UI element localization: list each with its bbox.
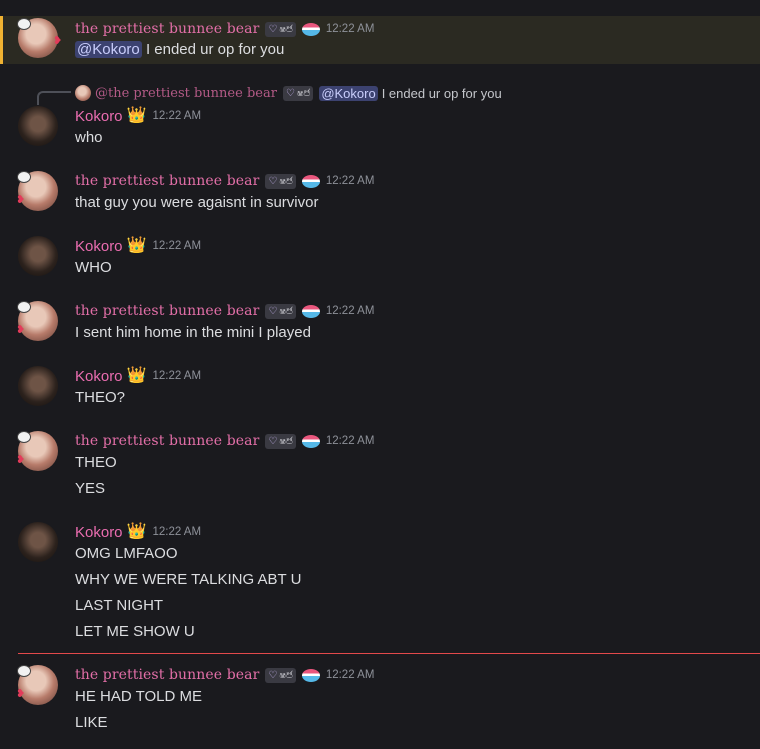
reply-text: I ended ur op for you (381, 85, 502, 101)
heart-icon: ♡ (268, 305, 278, 317)
message-text: OMG LMFAOO (75, 545, 178, 562)
timestamp[interactable]: 12:22 AM (326, 435, 375, 447)
heart-icon: ♡ (268, 175, 278, 187)
timestamp[interactable]: 12:22 AM (326, 669, 375, 681)
message-text: I sent him home in the mini I played (75, 324, 311, 341)
message-header: Kokoro 👑 12:22 AM (75, 236, 201, 256)
username[interactable]: the prettiest bunnee bear (75, 173, 259, 189)
user-tag: ♡ ෂ෪ (282, 85, 314, 101)
reply-avatar (75, 85, 91, 101)
bow-icon (17, 301, 31, 313)
message-mention-highlight[interactable]: ❥ the prettiest bunnee bear ♡ ෂ෪ 12:22 AM… (0, 16, 760, 64)
heart-icon: ♡ (268, 23, 278, 35)
user-tag[interactable]: ♡ ෂ෪ (265, 173, 296, 189)
message-text: LAST NIGHT (75, 597, 164, 614)
heart-icon: ❥ (16, 454, 26, 466)
heart-icon: ❥ (16, 688, 26, 700)
message-text: WHO (75, 259, 112, 276)
crown-icon: 👑 (126, 523, 147, 540)
reply-preview[interactable]: @the prettiest bunnee bear ♡ ෂ෪ @Kokoro I… (75, 84, 502, 102)
timestamp[interactable]: 12:22 AM (152, 110, 201, 122)
timestamp[interactable]: 12:22 AM (326, 175, 375, 187)
tag-text: ෂ෪ (279, 23, 293, 35)
chat-log: ❥ the prettiest bunnee bear ♡ ෂ෪ 12:22 AM… (0, 0, 760, 749)
timestamp[interactable]: 12:22 AM (152, 240, 201, 252)
lips-emoji-icon (301, 434, 320, 448)
username[interactable]: the prettiest bunnee bear (75, 433, 259, 449)
message-header: the prettiest bunnee bear ♡ ෂ෪ 12:22 AM (75, 431, 374, 451)
username[interactable]: Kokoro (75, 238, 123, 255)
avatar[interactable] (18, 236, 58, 276)
username[interactable]: the prettiest bunnee bear (75, 21, 259, 37)
reply-username[interactable]: @the prettiest bunnee bear (95, 86, 277, 101)
lips-emoji-icon (301, 668, 320, 682)
crown-icon: 👑 (126, 367, 147, 384)
user-tag[interactable]: ♡ ෂ෪ (265, 21, 296, 37)
heart-icon: ♡ (268, 669, 278, 681)
avatar[interactable] (18, 366, 58, 406)
message-body: I ended ur op for you (145, 41, 285, 58)
message-header: Kokoro 👑 12:22 AM (75, 366, 201, 386)
message-text: @Kokoro I ended ur op for you (75, 41, 284, 58)
lips-emoji-icon (301, 22, 320, 36)
lips-emoji-icon (301, 304, 320, 318)
message-header: the prettiest bunnee bear ♡ ෂ෪ 12:22 AM (75, 301, 374, 321)
message-header: Kokoro 👑 12:22 AM (75, 522, 201, 542)
user-mention[interactable]: @Kokoro (319, 85, 378, 101)
bow-icon (17, 171, 31, 183)
message-text: HE HAD TOLD ME (75, 688, 202, 705)
timestamp[interactable]: 12:22 AM (152, 526, 201, 538)
message-text: THEO (75, 454, 117, 471)
bow-icon (17, 665, 31, 677)
heart-icon: ❥ (53, 35, 63, 47)
message-text: LET ME SHOW U (75, 623, 195, 640)
new-messages-divider (18, 653, 760, 654)
crown-icon: 👑 (126, 237, 147, 254)
username[interactable]: Kokoro (75, 108, 123, 125)
timestamp[interactable]: 12:22 AM (326, 305, 375, 317)
message-header: the prettiest bunnee bear ♡ ෂ෪ 12:22 AM (75, 19, 374, 39)
crown-icon: 👑 (126, 107, 147, 124)
tag-text: ෂ෪ (279, 175, 293, 187)
message-text: that guy you were agaisnt in survivor (75, 194, 319, 211)
username[interactable]: Kokoro (75, 524, 123, 541)
avatar[interactable] (18, 106, 58, 146)
username[interactable]: the prettiest bunnee bear (75, 303, 259, 319)
tag-text: ෂ෪ (296, 87, 311, 99)
message-text: who (75, 129, 103, 146)
lips-emoji-icon (301, 174, 320, 188)
username[interactable]: Kokoro (75, 368, 123, 385)
tag-text: ෂ෪ (279, 435, 293, 447)
user-tag[interactable]: ♡ ෂ෪ (265, 303, 296, 319)
message-header: the prettiest bunnee bear ♡ ෂ෪ 12:22 AM (75, 665, 374, 685)
message-text: LIKE (75, 714, 108, 731)
tag-text: ෂ෪ (279, 305, 293, 317)
user-tag[interactable]: ♡ ෂ෪ (265, 433, 296, 449)
heart-icon: ♡ (268, 435, 278, 447)
message-header: Kokoro 👑 12:22 AM (75, 106, 201, 126)
user-mention[interactable]: @Kokoro (75, 41, 142, 58)
message-text: YES (75, 480, 106, 497)
bow-icon (17, 431, 31, 443)
heart-icon: ❥ (16, 324, 26, 336)
heart-icon: ❥ (16, 194, 26, 206)
tag-text: ෂ෪ (279, 669, 293, 681)
timestamp[interactable]: 12:22 AM (326, 23, 375, 35)
reply-spine (37, 91, 71, 105)
user-tag[interactable]: ♡ ෂ෪ (265, 667, 296, 683)
message-text: THEO? (75, 389, 126, 406)
heart-icon: ♡ (285, 87, 295, 99)
username[interactable]: the prettiest bunnee bear (75, 667, 259, 683)
timestamp[interactable]: 12:22 AM (152, 370, 201, 382)
message-text: WHY WE WERE TALKING ABT U (75, 571, 302, 588)
message-header: the prettiest bunnee bear ♡ ෂ෪ 12:22 AM (75, 171, 374, 191)
bow-icon (17, 18, 31, 30)
avatar[interactable] (18, 522, 58, 562)
